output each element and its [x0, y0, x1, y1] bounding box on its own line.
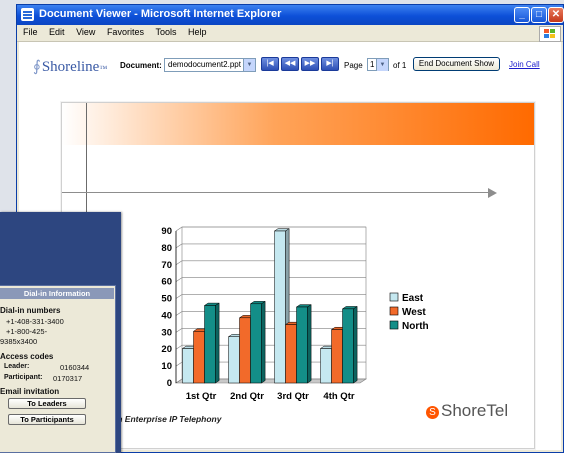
participant-code-label: Participant: — [4, 374, 43, 381]
y-tick-label: 0 — [167, 378, 172, 389]
page-select[interactable]: 1 ▼ — [367, 58, 389, 71]
x-tick-label: 2nd Qtr — [230, 391, 264, 402]
page-select-value: 1 — [370, 60, 375, 69]
gridline — [175, 344, 183, 350]
menu-tools[interactable]: Tools — [155, 27, 176, 37]
y-tick-label: 20 — [161, 344, 172, 355]
shoretel-logo-icon: S — [426, 406, 439, 419]
y-tick-label: 40 — [161, 310, 172, 321]
gridline — [175, 294, 183, 299]
y-tick-label: 70 — [161, 260, 172, 271]
y-tick-label: 80 — [161, 243, 172, 254]
y-tick-label: 30 — [161, 327, 172, 338]
bar — [239, 317, 251, 384]
dial-in-number: +1-800-425- — [6, 327, 48, 336]
gridline — [175, 361, 183, 367]
y-tick-label: 10 — [161, 361, 172, 372]
previous-slide-button[interactable]: ◀◀ — [281, 57, 299, 71]
dial-in-number: +1-408-331-3400 — [6, 317, 64, 326]
next-slide-button[interactable]: ▶▶ — [301, 57, 319, 71]
gridline — [175, 260, 183, 266]
bar — [285, 324, 297, 384]
slide: 0 10 20 30 40 50 60 70 80 90 1st Qtr 2nd Qtr 3rd Qtr… — [61, 102, 535, 449]
close-button[interactable]: ✕ — [548, 7, 564, 23]
maximize-button[interactable]: □ — [531, 7, 547, 23]
page-count: of 1 — [393, 61, 407, 70]
email-invitation-label: Email invitation — [0, 387, 60, 396]
dial-in-panel-body: Dial-in Information Dial-in numbers +1-4… — [0, 285, 116, 453]
dial-in-header: Dial-in Information — [0, 288, 114, 299]
window-title: Document Viewer - Microsoft Internet Exp… — [39, 8, 282, 20]
menu-view[interactable]: View — [76, 27, 95, 37]
document-select-value: demodocument2.ppt — [168, 60, 241, 69]
title-bar[interactable]: Document Viewer - Microsoft Internet Exp… — [17, 5, 564, 25]
y-tick-label: 50 — [161, 294, 172, 305]
dial-in-number: 9385x3400 — [0, 337, 38, 346]
participant-code: 0170317 — [53, 374, 83, 383]
bar — [342, 308, 354, 384]
dial-in-panel: Dial-in Information Dial-in numbers +1-4… — [0, 212, 121, 453]
chevron-down-icon: ▼ — [376, 59, 388, 71]
legend-swatch — [389, 320, 399, 330]
gridline — [175, 328, 183, 333]
x-tick-label: 1st Qtr — [186, 391, 217, 402]
dial-in-numbers-label: Dial-in numbers — [0, 306, 61, 315]
gridline — [175, 277, 183, 282]
menu-file[interactable]: File — [23, 27, 38, 37]
gridline — [175, 226, 183, 232]
document-icon — [21, 8, 34, 21]
menu-favorites[interactable]: Favorites — [107, 27, 144, 37]
bar — [250, 303, 262, 384]
join-call-link[interactable]: Join Call — [509, 60, 540, 69]
bar — [274, 230, 286, 384]
leader-code: 0160344 — [60, 363, 90, 372]
chevron-down-icon: ▼ — [243, 59, 255, 71]
legend-label: East — [402, 293, 424, 304]
bar-side — [353, 305, 358, 384]
gridline — [175, 243, 183, 249]
page-label: Page — [344, 61, 363, 70]
windows-flag-icon — [539, 26, 561, 42]
gridline — [175, 311, 183, 316]
leader-code-label: Leader: — [4, 363, 30, 370]
bar — [296, 306, 308, 384]
bar-chart: 0 10 20 30 40 50 60 70 80 90 1st Qtr 2nd Qtr 3rd Qtr… — [161, 226, 429, 402]
menu-help[interactable]: Help — [188, 27, 207, 37]
bar — [228, 336, 240, 384]
legend-label: North — [402, 321, 429, 332]
shoretel-logo: S ShoreTel — [426, 401, 508, 421]
bar — [331, 329, 343, 384]
bar — [182, 348, 194, 384]
legend-swatch — [389, 306, 399, 316]
shoreline-logo: ∮Shoreline™ — [33, 59, 108, 75]
menu-bar: File Edit View Favorites Tools Help — [17, 25, 563, 42]
y-tick-label: 90 — [161, 226, 172, 237]
document-label: Document: — [120, 61, 162, 70]
bar — [193, 331, 205, 384]
bar-side — [307, 304, 312, 384]
x-tick-label: 3rd Qtr — [277, 391, 309, 402]
document-select[interactable]: demodocument2.ppt ▼ — [164, 58, 256, 72]
email-participants-button[interactable]: To Participants — [8, 414, 86, 425]
bar — [204, 305, 216, 384]
bar-side — [261, 300, 266, 384]
x-tick-label: 4th Qtr — [323, 391, 354, 402]
minimize-button[interactable]: _ — [514, 7, 530, 23]
end-document-show-button[interactable]: End Document Show — [413, 57, 500, 71]
shoreline-logo-icon: ∮ — [33, 59, 41, 75]
bar — [320, 348, 332, 384]
bar-side — [215, 302, 220, 384]
email-leaders-button[interactable]: To Leaders — [8, 398, 86, 409]
y-tick-label: 60 — [161, 277, 172, 288]
legend-label: West — [402, 307, 426, 318]
first-slide-button[interactable]: |◀ — [261, 57, 279, 71]
access-codes-label: Access codes — [0, 352, 54, 361]
menu-edit[interactable]: Edit — [49, 27, 65, 37]
last-slide-button[interactable]: ▶| — [321, 57, 339, 71]
legend-swatch — [389, 292, 399, 302]
